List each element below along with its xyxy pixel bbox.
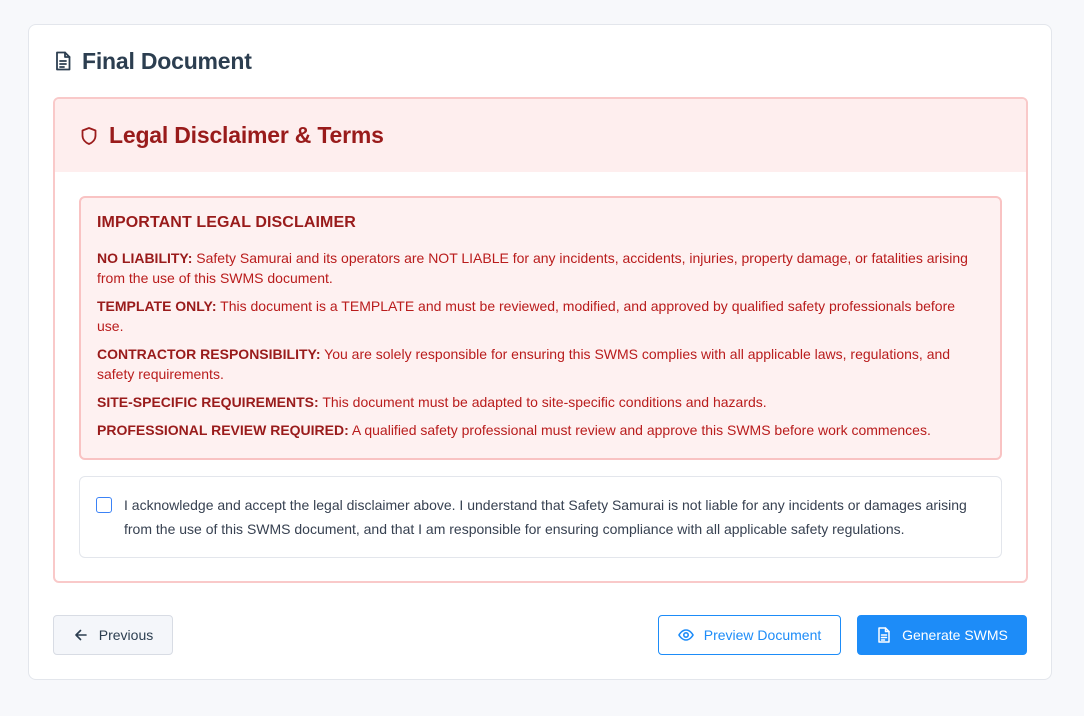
- card-header: Final Document: [54, 47, 252, 75]
- arrow-left-icon: [73, 627, 89, 643]
- page-title: Final Document: [82, 47, 252, 74]
- preview-document-button[interactable]: Preview Document: [658, 615, 841, 655]
- document-icon: [54, 51, 72, 71]
- generate-swms-label: Generate SWMS: [902, 627, 1008, 643]
- disclaimer-box: IMPORTANT LEGAL DISCLAIMER NO LIABILITY:…: [79, 196, 1002, 460]
- acknowledgement-row[interactable]: I acknowledge and accept the legal discl…: [79, 476, 1002, 558]
- acknowledgement-text[interactable]: I acknowledge and accept the legal discl…: [124, 493, 983, 557]
- previous-button-label: Previous: [98, 627, 154, 643]
- document-icon: [876, 627, 892, 643]
- disclaimer-item: PROFESSIONAL REVIEW REQUIRED: A qualifie…: [97, 420, 984, 440]
- preview-document-label: Preview Document: [703, 627, 822, 643]
- disclaimer-item: NO LIABILITY: Safety Samurai and its ope…: [97, 248, 984, 288]
- disclaimer-item-label: NO LIABILITY:: [97, 250, 193, 266]
- acknowledge-checkbox[interactable]: [96, 497, 112, 513]
- legal-section-title: Legal Disclaimer & Terms: [109, 122, 384, 148]
- disclaimer-item-text: Safety Samurai and its operators are NOT…: [97, 250, 968, 286]
- disclaimer-item: SITE-SPECIFIC REQUIREMENTS: This documen…: [97, 392, 984, 412]
- disclaimer-item: TEMPLATE ONLY: This document is a TEMPLA…: [97, 296, 984, 336]
- disclaimer-item-text: This document is a TEMPLATE and must be …: [97, 298, 956, 334]
- disclaimer-item-label: CONTRACTOR RESPONSIBILITY:: [97, 346, 321, 362]
- disclaimer-heading: IMPORTANT LEGAL DISCLAIMER: [97, 214, 356, 231]
- shield-icon: [79, 126, 99, 146]
- disclaimer-item-label: TEMPLATE ONLY:: [97, 298, 217, 314]
- disclaimer-item-label: SITE-SPECIFIC REQUIREMENTS:: [97, 394, 319, 410]
- final-document-card: Final Document Legal Disclaimer & Terms …: [28, 24, 1052, 680]
- disclaimer-item: CONTRACTOR RESPONSIBILITY: You are solel…: [97, 344, 984, 384]
- legal-section-header: Legal Disclaimer & Terms: [55, 99, 1026, 172]
- previous-button[interactable]: Previous: [53, 615, 173, 655]
- disclaimer-item-label: PROFESSIONAL REVIEW REQUIRED:: [97, 422, 349, 438]
- disclaimer-item-text: This document must be adapted to site-sp…: [318, 394, 767, 410]
- legal-section: Legal Disclaimer & Terms IMPORTANT LEGAL…: [53, 97, 1028, 583]
- eye-icon: [677, 627, 694, 643]
- disclaimer-item-text: A qualified safety professional must rev…: [348, 422, 931, 438]
- generate-swms-button[interactable]: Generate SWMS: [857, 615, 1027, 655]
